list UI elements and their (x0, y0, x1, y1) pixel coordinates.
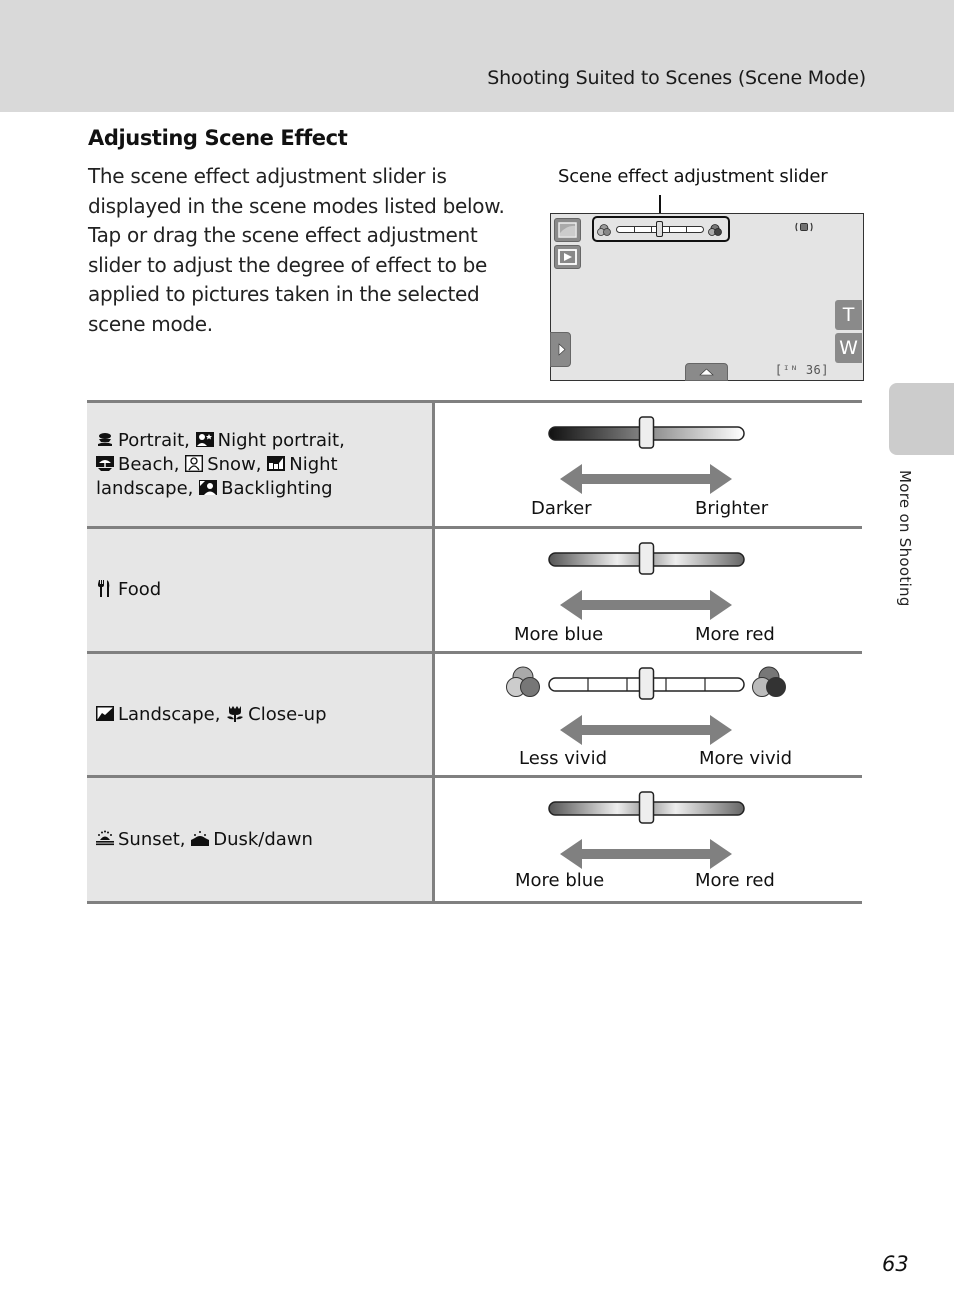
mini-slider-knob[interactable] (656, 221, 663, 237)
callout-leader-line (659, 195, 661, 215)
chapter-tab-label: More on Shooting (896, 470, 914, 607)
portrait-icon (96, 431, 114, 448)
slider-right-label: More red (695, 624, 775, 645)
slider-cell: More blue More red (435, 778, 862, 901)
slider-illustration (548, 416, 745, 494)
mode-label: Dusk/dawn (213, 828, 313, 850)
slider-cell: Less vivid More vivid (435, 654, 862, 775)
double-arrow-icon (560, 715, 732, 745)
slider-knob (638, 667, 655, 700)
slider-left-label: More blue (514, 624, 604, 645)
beach-icon (96, 455, 114, 472)
mode-label: Portrait, (118, 429, 190, 451)
night-portrait-icon (195, 431, 214, 448)
more-vivid-icon (752, 666, 786, 697)
mode-label: Night portrait, (217, 429, 345, 451)
slider-right-label: More vivid (699, 748, 793, 769)
slider-knob (638, 416, 655, 449)
close-up-icon (226, 705, 244, 722)
slider-illustration (548, 791, 745, 869)
up-arrow-icon[interactable] (685, 363, 728, 381)
frame-counter: [ᴵᴺ 36] (774, 363, 829, 377)
section-title: Adjusting Scene Effect (88, 126, 348, 150)
slider-illustration (506, 666, 786, 745)
camera-screen: T W [ᴵᴺ 36] (550, 213, 864, 381)
slider-left-label: Darker (531, 498, 592, 519)
running-header-title: Shooting Suited to Scenes (Scene Mode) (487, 67, 866, 89)
slider-cell: Darker Brighter (435, 403, 862, 526)
zoom-wide-button[interactable]: W (835, 333, 862, 363)
playback-icon[interactable] (554, 245, 581, 269)
double-arrow-icon (560, 590, 732, 620)
slider-callout-label: Scene effect adjustment slider (558, 166, 828, 187)
table-row: Landscape, Close-up Less vivid More vivi… (87, 654, 862, 778)
slider-knob (638, 791, 655, 824)
scene-mode-table: Portrait, Night portrait, Beach, Snow, N… (87, 400, 862, 904)
sunset-icon (96, 830, 114, 847)
landscape-icon (96, 705, 114, 722)
slider-knob (638, 542, 655, 575)
vibration-reduction-icon (795, 221, 813, 236)
mode-label: Landscape, (118, 703, 221, 725)
scene-effect-slider-mini[interactable] (592, 216, 730, 242)
slider-illustration (548, 542, 745, 620)
more-effect-icon (708, 224, 722, 236)
double-arrow-icon (560, 839, 732, 869)
table-row: Sunset, Dusk/dawn More blue More red (87, 778, 862, 904)
landscape-mode-icon[interactable] (554, 218, 581, 242)
chapter-tab (889, 383, 954, 455)
slider-cell: More blue More red (435, 529, 862, 651)
food-icon (96, 580, 114, 597)
mode-label: Close-up (248, 703, 327, 725)
page-header-band: Shooting Suited to Scenes (Scene Mode) (0, 0, 954, 112)
table-row: Food More blue More red (87, 529, 862, 654)
snow-icon (185, 454, 204, 472)
slider-right-label: Brighter (695, 498, 769, 519)
mode-label: Food (118, 579, 162, 600)
mode-label: Backlighting (221, 477, 333, 499)
mode-label: Beach, (118, 453, 180, 475)
less-effect-icon (597, 224, 611, 236)
modes-cell: Food (87, 529, 435, 651)
less-vivid-icon (506, 666, 540, 697)
dusk-dawn-icon (191, 830, 210, 847)
zoom-tele-button[interactable]: T (835, 300, 862, 330)
mode-label: Snow, (207, 453, 262, 475)
intro-paragraph: The scene effect adjustment slider is di… (88, 164, 505, 336)
slider-left-label: More blue (515, 870, 605, 891)
double-arrow-icon (560, 464, 732, 494)
table-row: Portrait, Night portrait, Beach, Snow, N… (87, 403, 862, 529)
backlighting-icon (199, 479, 218, 496)
slider-left-label: Less vivid (519, 748, 607, 769)
menu-arrow-icon[interactable] (550, 332, 571, 367)
modes-cell: Landscape, Close-up (87, 654, 435, 775)
night-landscape-icon (267, 455, 286, 472)
mode-label: Sunset, (118, 828, 186, 850)
page-number: 63 (882, 1252, 909, 1276)
slider-right-label: More red (695, 870, 775, 891)
modes-cell: Sunset, Dusk/dawn (87, 778, 435, 901)
modes-cell: Portrait, Night portrait, Beach, Snow, N… (87, 403, 435, 526)
